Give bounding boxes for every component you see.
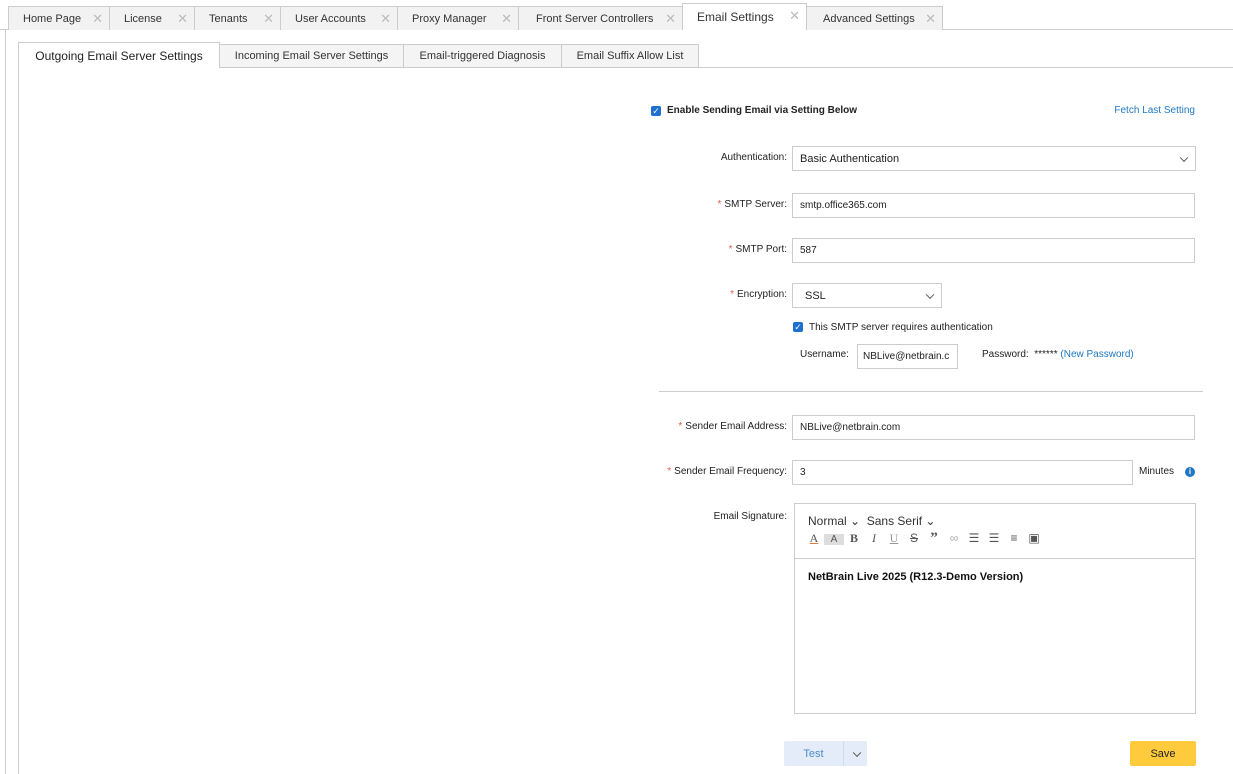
close-icon[interactable]: ✕ bbox=[177, 11, 188, 27]
smtp-server-label: * SMTP Server: bbox=[717, 199, 787, 210]
subpanel-border bbox=[18, 67, 19, 774]
test-button[interactable]: Test bbox=[784, 741, 844, 766]
label-text: Encryption: bbox=[736, 289, 787, 300]
username-label: Username: bbox=[800, 349, 849, 360]
frequency-input[interactable]: 3 bbox=[792, 460, 1133, 485]
tab-label: Tenants bbox=[209, 12, 248, 25]
required-mark: * bbox=[728, 244, 733, 255]
size-value: Normal bbox=[808, 514, 847, 528]
password-label: Password: bbox=[982, 349, 1029, 360]
section-divider bbox=[659, 391, 1203, 392]
tab-proxy-manager[interactable]: Proxy Manager ✕ bbox=[397, 6, 519, 30]
subtab-email-diagnosis[interactable]: Email-triggered Diagnosis bbox=[403, 44, 562, 68]
new-password-link[interactable]: (New Password) bbox=[1060, 349, 1133, 360]
size-dropdown[interactable]: Normal ⌄ bbox=[808, 514, 860, 528]
align-icon[interactable]: ≡ bbox=[1004, 531, 1024, 545]
bold-icon[interactable]: B bbox=[844, 531, 864, 546]
username-input[interactable]: NBLive@netbrain.c bbox=[857, 344, 958, 369]
format-row: Normal ⌄ Sans Serif ⌄ bbox=[808, 514, 1195, 528]
chevron-down-icon bbox=[925, 290, 935, 299]
subtab-suffix-allow-list[interactable]: Email Suffix Allow List bbox=[561, 44, 699, 68]
close-icon[interactable]: ✕ bbox=[380, 11, 391, 27]
save-button[interactable]: Save bbox=[1130, 741, 1196, 766]
image-icon[interactable]: ▣ bbox=[1024, 531, 1044, 545]
text-color-icon[interactable]: A bbox=[804, 531, 824, 546]
tab-label: License bbox=[124, 12, 162, 25]
subtab-incoming[interactable]: Incoming Email Server Settings bbox=[219, 44, 404, 68]
required-mark: * bbox=[730, 289, 734, 300]
tab-home-page[interactable]: Home Page ✕ bbox=[8, 6, 110, 30]
link-icon[interactable]: ∞ bbox=[944, 531, 964, 545]
strikethrough-icon[interactable]: S bbox=[904, 531, 924, 545]
chevron-down-icon bbox=[1179, 153, 1189, 162]
smtp-server-input[interactable]: smtp.office365.com bbox=[792, 193, 1195, 218]
subtab-outgoing[interactable]: Outgoing Email Server Settings bbox=[18, 42, 220, 68]
font-dropdown[interactable]: Sans Serif ⌄ bbox=[867, 514, 936, 528]
required-mark: * bbox=[667, 466, 672, 477]
close-icon[interactable]: ✕ bbox=[925, 11, 936, 27]
encryption-select[interactable]: SSL bbox=[792, 283, 942, 308]
font-value: Sans Serif bbox=[866, 514, 923, 528]
tab-advanced-settings[interactable]: Advanced Settings ✕ bbox=[806, 6, 943, 30]
tab-user-accounts[interactable]: User Accounts ✕ bbox=[280, 6, 398, 30]
tab-label: Email Settings bbox=[697, 10, 774, 24]
authentication-label: Authentication: bbox=[720, 152, 787, 163]
label-text: SMTP Server: bbox=[724, 199, 787, 210]
label-text: Sender Email Frequency: bbox=[674, 466, 787, 477]
required-mark: * bbox=[717, 199, 722, 210]
tab-front-server-controllers[interactable]: Front Server Controllers ✕ bbox=[518, 6, 683, 30]
toolbar-buttons: A A B I U S” ∞ ☰ ☰ ≡ ▣ bbox=[804, 530, 1195, 547]
requires-auth-checkbox[interactable]: ✓ bbox=[793, 322, 803, 332]
bullet-list-icon[interactable]: ☰ bbox=[984, 531, 1004, 545]
signature-label: Email Signature: bbox=[713, 511, 787, 522]
chevron-down-icon bbox=[852, 748, 862, 757]
enable-sending-checkbox[interactable]: ✓ bbox=[651, 106, 661, 116]
password-mask: ****** bbox=[1034, 349, 1058, 360]
ordered-list-icon[interactable]: ☰ bbox=[964, 531, 984, 545]
password-row: Password: ****** (New Password) bbox=[982, 349, 1134, 360]
close-icon[interactable]: ✕ bbox=[789, 8, 800, 24]
test-dropdown-button[interactable] bbox=[844, 741, 867, 766]
tab-tenants[interactable]: Tenants ✕ bbox=[194, 6, 281, 30]
authentication-value: Basic Authentication bbox=[800, 152, 900, 165]
requires-auth-label: This SMTP server requires authentication bbox=[809, 322, 993, 333]
frequency-label: * Sender Email Frequency: bbox=[667, 466, 787, 477]
background-color-icon[interactable]: A bbox=[824, 534, 844, 545]
close-icon[interactable]: ✕ bbox=[263, 11, 274, 27]
top-tab-bar: Home Page ✕ License ✕ Tenants ✕ User Accoun… bbox=[0, 0, 1233, 30]
italic-icon[interactable]: I bbox=[864, 531, 884, 546]
fetch-last-setting-link[interactable]: Fetch Last Setting bbox=[1114, 105, 1195, 116]
sender-address-label: * Sender Email Address: bbox=[678, 421, 787, 432]
label-text: Sender Email Address: bbox=[685, 421, 787, 432]
tab-label: Front Server Controllers bbox=[536, 12, 654, 25]
panel-border bbox=[5, 30, 6, 774]
test-split-button: Test bbox=[784, 741, 867, 766]
signature-editor: Normal ⌄ Sans Serif ⌄ A A B I U S” ∞ ☰ ☰ ≡ ▣ NetBr… bbox=[794, 503, 1196, 714]
sender-address-input[interactable]: NBLive@netbrain.com bbox=[792, 415, 1195, 440]
frequency-unit: Minutes bbox=[1139, 466, 1175, 477]
editor-content[interactable]: NetBrain Live 2025 (R12.3-Demo Version) bbox=[795, 559, 1195, 595]
blockquote-icon[interactable]: ” bbox=[924, 530, 944, 547]
tab-label: Proxy Manager bbox=[412, 12, 487, 25]
required-mark: * bbox=[678, 421, 683, 432]
smtp-port-label: * SMTP Port: bbox=[729, 244, 787, 255]
info-icon[interactable]: i bbox=[1185, 467, 1195, 477]
tab-label: Advanced Settings bbox=[823, 12, 915, 25]
tab-license[interactable]: License ✕ bbox=[109, 6, 195, 30]
enable-sending-label: Enable Sending Email via Setting Below bbox=[667, 105, 858, 116]
label-text: SMTP Port: bbox=[735, 244, 788, 255]
close-icon[interactable]: ✕ bbox=[501, 11, 512, 27]
tab-label: Home Page bbox=[23, 12, 82, 25]
close-icon[interactable]: ✕ bbox=[92, 11, 103, 27]
tab-label: User Accounts bbox=[295, 12, 366, 25]
editor-toolbar: Normal ⌄ Sans Serif ⌄ A A B I U S” ∞ ☰ ☰ ≡ ▣ bbox=[795, 504, 1195, 559]
tab-email-settings[interactable]: Email Settings ✕ bbox=[682, 3, 807, 30]
authentication-select[interactable]: Basic Authentication bbox=[792, 146, 1196, 171]
smtp-port-input[interactable]: 587 bbox=[792, 238, 1195, 263]
underline-icon[interactable]: U bbox=[884, 531, 904, 546]
close-icon[interactable]: ✕ bbox=[665, 11, 676, 27]
encryption-label: * Encryption: bbox=[730, 289, 787, 300]
encryption-value: SSL bbox=[805, 289, 826, 302]
